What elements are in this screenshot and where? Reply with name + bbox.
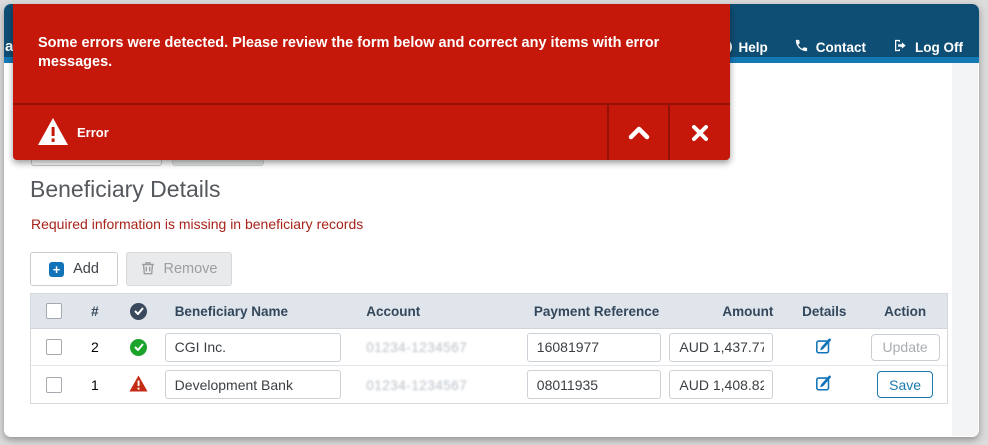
- trash-icon: [141, 260, 155, 279]
- nav-logoff[interactable]: Log Off: [892, 38, 963, 56]
- error-close-button[interactable]: [668, 105, 730, 160]
- save-button[interactable]: Save: [877, 371, 933, 398]
- app-window: a DEMO ˆ ? Help Contact Log Off: [4, 4, 979, 437]
- remove-button[interactable]: Remove: [126, 252, 232, 286]
- select-all-checkbox[interactable]: [46, 303, 62, 319]
- header-status-icon: [113, 303, 165, 320]
- nav-contact[interactable]: Contact: [794, 38, 866, 56]
- header-account: Account: [356, 304, 522, 319]
- nav-contact-label: Contact: [816, 40, 866, 55]
- add-button-label: Add: [73, 261, 99, 277]
- error-title: Error: [77, 125, 109, 140]
- payment-reference-input[interactable]: [527, 333, 661, 362]
- nav-help-label: Help: [739, 40, 768, 55]
- account-number: 01234-1234567: [366, 340, 467, 355]
- header-name: Beneficiary Name: [165, 304, 357, 319]
- beneficiary-name-input[interactable]: [165, 333, 341, 362]
- close-icon: [692, 125, 708, 141]
- edit-pencil-icon: [815, 374, 833, 392]
- error-bar: Error: [13, 103, 730, 160]
- table-row: 2 01234-1234567 Update: [31, 329, 947, 366]
- warning-triangle-icon: [37, 117, 69, 147]
- error-message: Some errors were detected. Please review…: [38, 34, 700, 72]
- row-checkbox[interactable]: [46, 377, 62, 393]
- plus-icon: +: [49, 262, 64, 277]
- add-button[interactable]: + Add: [30, 252, 118, 286]
- edit-details-button[interactable]: [813, 335, 835, 360]
- header-details: Details: [785, 304, 863, 319]
- edit-details-button[interactable]: [813, 372, 835, 397]
- phone-icon: [794, 38, 809, 56]
- valid-status-icon: [130, 339, 147, 356]
- chevron-up-icon: [628, 126, 650, 140]
- error-collapse-button[interactable]: [607, 105, 668, 160]
- error-overlay: Some errors were detected. Please review…: [13, 4, 730, 160]
- logoff-icon: [892, 38, 908, 56]
- update-button[interactable]: Update: [871, 334, 940, 361]
- header-amount: Amount: [670, 304, 786, 319]
- row-number: 1: [77, 377, 113, 393]
- payment-reference-input[interactable]: [527, 370, 661, 399]
- edit-pencil-icon: [815, 337, 833, 355]
- account-number: 01234-1234567: [366, 378, 467, 393]
- invalid-status-icon: [129, 375, 148, 395]
- amount-input[interactable]: [669, 370, 773, 399]
- header-num: #: [77, 304, 113, 319]
- row-checkbox[interactable]: [46, 339, 62, 355]
- table-header-row: # Beneficiary Name Account Payment Refer…: [31, 294, 947, 329]
- remove-button-label: Remove: [164, 261, 218, 277]
- beneficiary-table: # Beneficiary Name Account Payment Refer…: [30, 293, 948, 404]
- validation-message: Required information is missing in benef…: [31, 216, 363, 232]
- page-title: Beneficiary Details: [30, 176, 220, 203]
- row-number: 2: [77, 339, 113, 355]
- header-payment-reference: Payment Reference: [522, 304, 670, 319]
- scrollbar-track[interactable]: [952, 63, 978, 436]
- beneficiary-name-input[interactable]: [165, 370, 341, 399]
- header-action: Action: [863, 304, 947, 319]
- amount-input[interactable]: [669, 333, 773, 362]
- nav-logoff-label: Log Off: [915, 40, 963, 55]
- table-row: 1 01234-1234567: [31, 366, 947, 403]
